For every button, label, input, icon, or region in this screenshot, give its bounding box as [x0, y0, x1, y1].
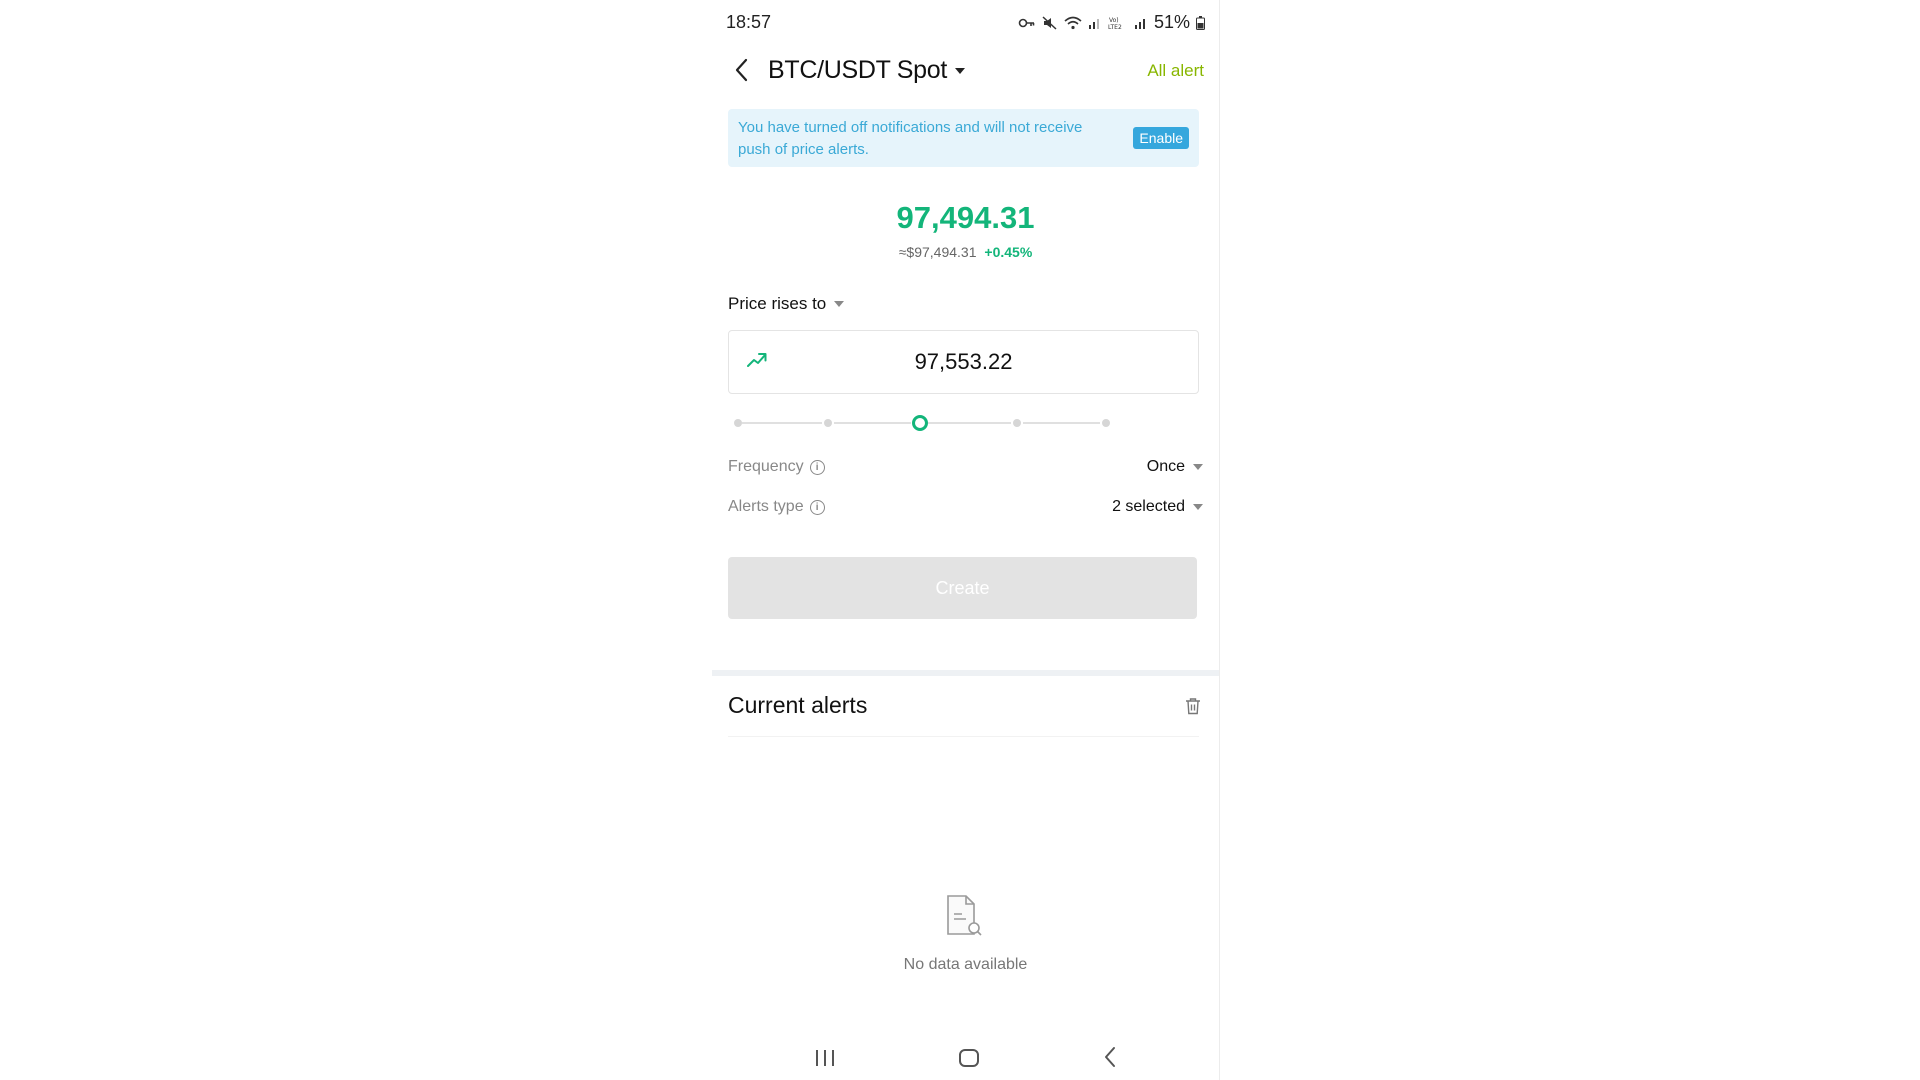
info-icon[interactable]: i: [809, 459, 825, 475]
no-data-icon: [944, 894, 986, 943]
page-title: BTC/USDT Spot: [768, 56, 948, 84]
alerts-type-label-text: Alerts type: [728, 498, 804, 515]
target-price-value: 97,553.22: [914, 349, 1013, 374]
caret-down-icon: [955, 67, 966, 74]
delete-all-button[interactable]: [1185, 697, 1201, 720]
system-back-button[interactable]: [1102, 1046, 1118, 1073]
create-button[interactable]: Create: [728, 557, 1197, 619]
alerts-type-selector[interactable]: 2 selected: [1112, 498, 1203, 516]
header-underline: [728, 736, 1199, 737]
slider-stop-1: [824, 419, 832, 427]
section-divider: [712, 670, 1219, 676]
current-price: 97,494.31: [896, 200, 1035, 235]
alerts-type-label: Alerts type i: [728, 498, 825, 516]
approx-usd-price: ≈$97,494.31: [898, 244, 977, 260]
back-button[interactable]: [726, 56, 756, 88]
condition-selector[interactable]: Price rises to: [728, 294, 845, 314]
battery-icon: [1196, 15, 1205, 30]
wifi-icon: [1064, 16, 1082, 30]
signal-icon-2: [1134, 16, 1148, 29]
recents-icon: [814, 1050, 836, 1071]
signal-icon: [1088, 16, 1102, 29]
banner-text: You have turned off notifications and wi…: [738, 119, 1083, 158]
recents-button[interactable]: [814, 1049, 836, 1072]
slider-stop-3: [1013, 419, 1021, 427]
percentage-slider[interactable]: [728, 410, 1199, 436]
trash-icon: [1185, 698, 1201, 719]
chevron-left-icon: [734, 58, 748, 87]
alerts-type-value: 2 selected: [1112, 498, 1185, 515]
enable-button[interactable]: Enable: [1133, 127, 1189, 149]
lte-icon: Vo) LTE2: [1108, 16, 1128, 30]
frequency-selector[interactable]: Once: [1147, 458, 1203, 476]
info-icon[interactable]: i: [809, 499, 825, 515]
price-subline: ≈$97,494.31 +0.45%: [712, 244, 1219, 260]
all-alert-link[interactable]: All alert: [1147, 61, 1204, 81]
frequency-label-text: Frequency: [728, 458, 804, 475]
home-button[interactable]: [958, 1048, 980, 1073]
frequency-value: Once: [1146, 458, 1185, 475]
key-icon: [1018, 17, 1036, 29]
caret-down-icon: [1193, 504, 1203, 510]
price-change: +0.45%: [984, 244, 1033, 260]
status-icons: Vo) LTE2 51%: [1018, 12, 1205, 33]
frequency-label: Frequency i: [728, 458, 825, 476]
mute-icon: [1042, 15, 1058, 30]
home-icon: [958, 1049, 980, 1072]
caret-down-icon: [1193, 464, 1203, 470]
caret-down-icon: [834, 301, 845, 307]
slider-thumb: [912, 415, 928, 431]
chevron-left-icon: [1102, 1047, 1118, 1072]
battery-percent: 51%: [1153, 12, 1190, 32]
status-time: 18:57: [726, 12, 772, 32]
empty-state-text: No data available: [903, 956, 1028, 973]
phone-screen: 18:57 Vo) LTE2 51% BTC/USDT Spot All ale…: [712, 0, 1220, 1080]
svg-text:LTE2: LTE2: [1108, 24, 1122, 30]
slider-stop-4: [1102, 419, 1110, 427]
condition-label: Price rises to: [728, 294, 827, 313]
svg-text:Vo): Vo): [1109, 17, 1119, 24]
notification-banner: You have turned off notifications and wi…: [728, 109, 1199, 167]
current-alerts-title: Current alerts: [728, 692, 868, 718]
target-price-input[interactable]: 97,553.22: [728, 330, 1199, 394]
pair-selector[interactable]: BTC/USDT Spot: [768, 56, 966, 85]
slider-stop-0: [734, 419, 742, 427]
